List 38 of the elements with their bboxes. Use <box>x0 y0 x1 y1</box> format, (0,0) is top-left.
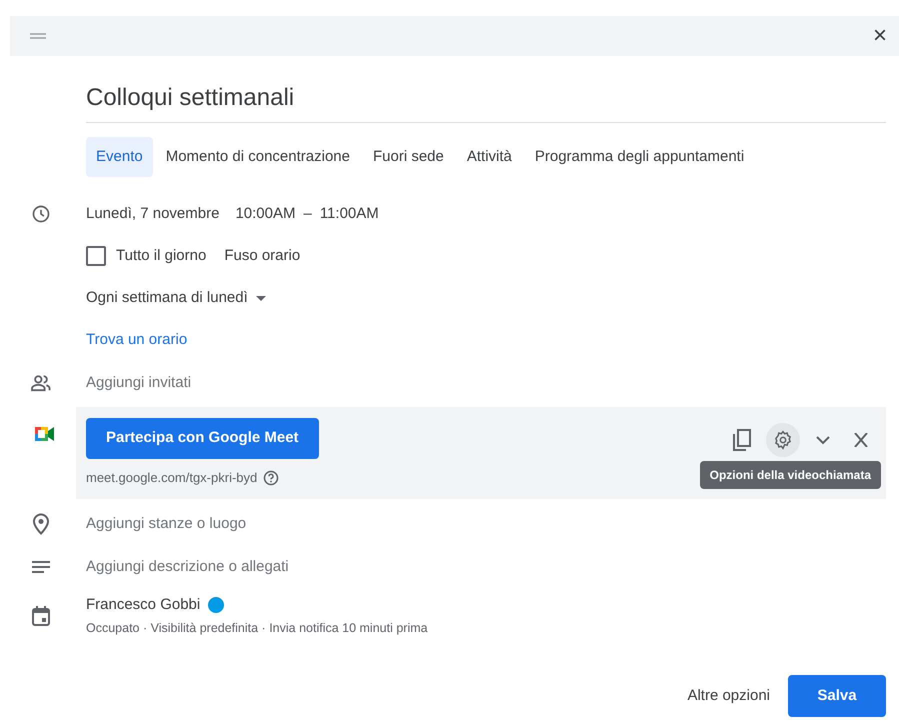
gear-icon <box>773 430 793 450</box>
start-time[interactable]: 10:00AM <box>235 202 296 226</box>
calendar-owner[interactable]: Francesco Gobbi <box>86 594 200 616</box>
clock-icon <box>31 204 51 224</box>
category-tab[interactable]: Momento di concentrazione <box>156 137 360 177</box>
location-field[interactable]: Aggiungi stanze o luogo <box>86 512 866 535</box>
time-separator: – <box>303 204 312 224</box>
timezone-link[interactable]: Fuso orario <box>224 244 300 268</box>
copy-icon[interactable] <box>732 429 752 451</box>
drag-handle-icon[interactable] <box>30 33 46 39</box>
guests-field[interactable]: Aggiungi invitati <box>86 372 866 394</box>
close-button[interactable]: × <box>872 24 887 48</box>
calendar-details: Occupato · Visibilità predefinita · Invia notifica 10 minuti prima <box>86 620 428 637</box>
caret-icon <box>256 296 266 300</box>
help-icon[interactable] <box>263 470 280 486</box>
location-pin-icon <box>32 512 50 534</box>
meet-link[interactable]: meet.google.com/tgx-pkri-byd <box>86 468 258 488</box>
save-button[interactable]: Salva <box>788 675 886 718</box>
category-tab[interactable]: Programma degli appuntamenti <box>524 137 754 177</box>
end-time[interactable]: 11:00AM <box>320 202 379 226</box>
find-time-link[interactable]: Trova un orario <box>86 331 188 348</box>
all-day-label[interactable]: Tutto il giorno <box>116 244 206 268</box>
more-options-button[interactable]: Altre opzioni <box>685 685 772 708</box>
video-camera-icon <box>34 425 56 443</box>
category-tab[interactable]: Evento <box>86 137 153 177</box>
text-lines-icon <box>32 560 50 572</box>
calendar-icon <box>32 606 50 626</box>
settings-button[interactable] <box>766 423 800 457</box>
category-tab[interactable]: Fuori sede <box>362 137 454 177</box>
event-date[interactable]: Lunedì, 7 novembre <box>86 202 220 226</box>
join-meet-button[interactable]: Partecipa con Google Meet <box>86 418 319 459</box>
title-field[interactable]: Colloqui settimanali <box>86 80 886 123</box>
all-day-checkbox[interactable] <box>86 246 106 266</box>
tooltip: Opzioni della videochiamata <box>700 461 881 489</box>
recurrence-dropdown[interactable]: Ogni settimana di lunedì <box>86 286 266 310</box>
people-icon <box>30 374 52 392</box>
category-tab[interactable]: Attività <box>456 137 522 177</box>
description-field[interactable]: Aggiungi descrizione o allegati <box>86 556 866 578</box>
